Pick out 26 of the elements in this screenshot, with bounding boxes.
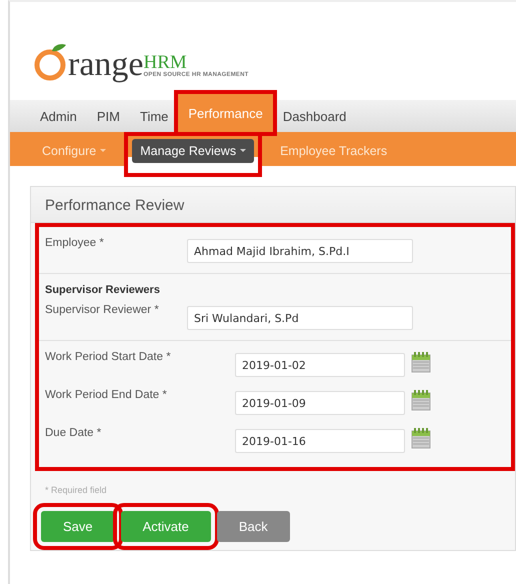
field-label: Due Date * (45, 426, 102, 439)
required-note: * Required field (44, 484, 108, 497)
field-label: Employee * (45, 236, 105, 249)
logo-accent: HRM (144, 53, 187, 72)
input-field[interactable]: Ahmad Majid Ibrahim, S.Pd.I (187, 239, 413, 263)
section-heading: Supervisor Reviewers (45, 284, 161, 296)
calendar-icon[interactable] (411, 351, 431, 373)
date-field[interactable]: 2019-01-16 (235, 429, 405, 453)
main-menu-tab[interactable]: Dashboard (272, 100, 356, 132)
main-menu-tab[interactable]: PIM (86, 100, 130, 132)
caret-icon (240, 149, 246, 152)
field-label: Work Period End Date * (45, 388, 168, 401)
calendar-icon[interactable] (411, 427, 431, 449)
fruit-icon (34, 42, 68, 82)
calendar-icon[interactable] (411, 389, 431, 411)
caret-icon (100, 149, 106, 152)
logo-wordmark: range (68, 48, 144, 82)
field-label: Supervisor Reviewer * (45, 303, 160, 316)
field-label: Work Period Start Date * (45, 350, 172, 363)
date-field[interactable]: 2019-01-02 (235, 353, 405, 377)
main-menu-tab[interactable]: Admin (30, 100, 87, 132)
date-field[interactable]: 2019-01-09 (235, 391, 405, 415)
sub-menu-item[interactable]: Manage Reviews (132, 138, 254, 162)
input-field[interactable]: Sri Wulandari, S.Pd (187, 306, 413, 330)
back-button[interactable]: Back (216, 511, 290, 542)
main-menu-tab[interactable]: Time (130, 100, 178, 132)
